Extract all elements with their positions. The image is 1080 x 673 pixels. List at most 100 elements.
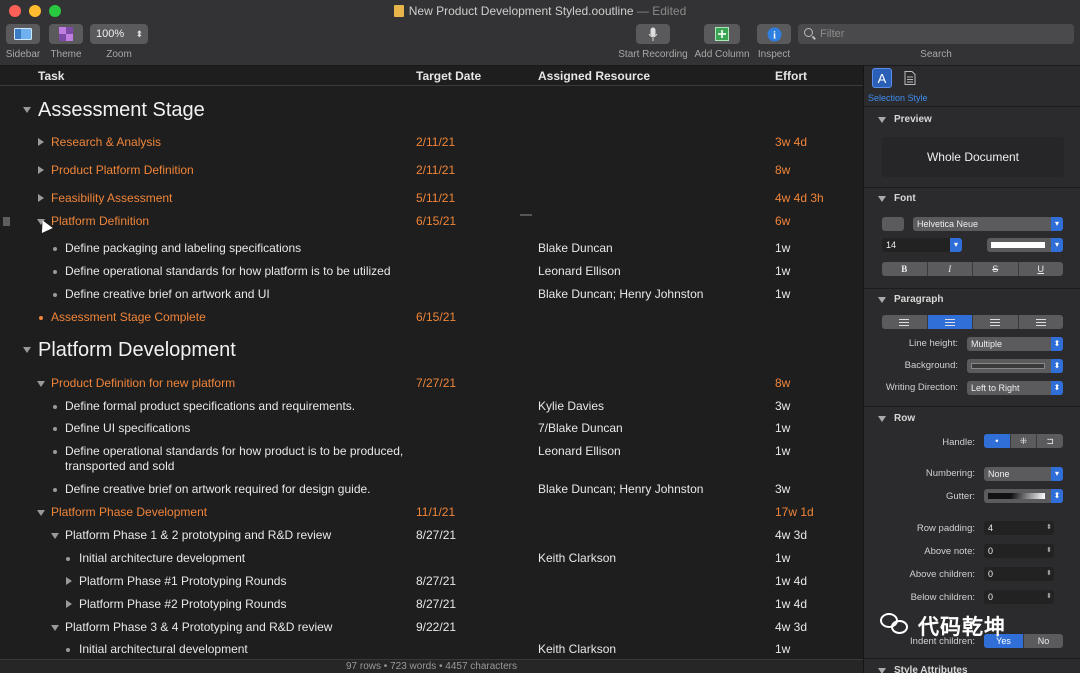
column-header-task[interactable]: Task	[38, 69, 64, 83]
underline-button[interactable]: U	[1019, 262, 1064, 276]
disclosure-expanded-icon[interactable]	[51, 625, 59, 631]
above-children-stepper[interactable]: 0 ⬍	[984, 567, 1054, 581]
divider	[864, 106, 1080, 107]
align-justify-button[interactable]	[1019, 315, 1064, 329]
outline-row[interactable]: Define packaging and labeling specificat…	[0, 241, 863, 257]
align-center-button[interactable]	[927, 315, 973, 329]
outline-row[interactable]: Initial architectural development Keith …	[0, 642, 863, 658]
outline-row[interactable]: Platform Phase #2 Prototyping Rounds 8/2…	[0, 597, 863, 613]
numbering-label: Numbering:	[925, 468, 975, 479]
watermark: 代码乾坤	[880, 607, 1065, 641]
font-family-select[interactable]: Helvetica Neue ▾	[913, 217, 1063, 231]
outline-row-stage[interactable]: Platform Development	[0, 338, 863, 364]
column-header-effort[interactable]: Effort	[775, 69, 807, 83]
outline-row[interactable]: Define operational standards for how pla…	[0, 264, 863, 280]
svg-text:i: i	[773, 30, 776, 41]
bullet-icon	[66, 557, 70, 561]
column-header-assigned-resource[interactable]: Assigned Resource	[538, 69, 650, 83]
column-resize-handle[interactable]	[520, 214, 532, 216]
color-swatch	[971, 363, 1045, 369]
column-header: Task Target Date Assigned Resource Effor…	[0, 66, 863, 86]
font-section-title[interactable]: Font	[878, 193, 916, 204]
outline-row[interactable]: Feasibility Assessment 5/11/21 4w 4d 3h	[0, 191, 863, 207]
outline-row[interactable]: Define operational standards for how pro…	[0, 444, 863, 476]
microphone-icon	[648, 27, 658, 41]
outline-row-selected[interactable]: Platform Definition 6/15/21 6w	[0, 214, 863, 234]
filter-field[interactable]: Filter	[798, 24, 1074, 44]
sidebar-icon	[14, 28, 32, 40]
stepper-icon: ⬍	[1051, 489, 1063, 503]
background-label: Background:	[904, 360, 958, 371]
column-header-target-date[interactable]: Target Date	[416, 69, 481, 83]
disclosure-expanded-icon[interactable]	[37, 381, 45, 387]
disclosure-collapsed-icon[interactable]	[38, 138, 44, 146]
inspect-button[interactable]: i	[757, 24, 791, 44]
theme-button[interactable]	[49, 24, 83, 44]
outline-row[interactable]: Platform Phase 1 & 2 prototyping and R&D…	[0, 528, 863, 544]
disclosure-expanded-icon[interactable]	[37, 510, 45, 516]
disclosure-expanded-icon[interactable]	[51, 533, 59, 539]
watermark-text: 代码乾坤	[918, 616, 1006, 639]
background-color-well[interactable]: ⬍	[967, 359, 1063, 373]
row-handle[interactable]	[3, 217, 10, 226]
align-left-button[interactable]	[882, 315, 928, 329]
bullet-icon	[53, 293, 57, 297]
below-children-label: Below children:	[910, 592, 975, 603]
outline-row[interactable]: Research & Analysis 2/11/21 3w 4d	[0, 135, 863, 151]
handle-bar-button[interactable]: ⊐	[1037, 434, 1063, 448]
outline-row[interactable]: Define creative brief on artwork and UI …	[0, 287, 863, 303]
document-tab[interactable]	[900, 68, 920, 88]
outline-row[interactable]: Platform Phase Development 11/1/21 17w 1…	[0, 505, 863, 521]
font-size-field[interactable]: 14 ▾	[882, 238, 962, 252]
outline-row[interactable]: Platform Phase #1 Prototyping Rounds 8/2…	[0, 574, 863, 590]
document-icon	[393, 5, 404, 17]
style-preview: Whole Document	[882, 137, 1064, 177]
text-color-well[interactable]: ▾	[987, 238, 1063, 252]
inspector-caption: Selection Style	[868, 93, 928, 103]
outline-row[interactable]: Initial architecture development Keith C…	[0, 551, 863, 567]
bullet-icon	[53, 427, 57, 431]
italic-button[interactable]: I	[928, 262, 973, 276]
font-color-well[interactable]	[882, 217, 904, 231]
theme-label: Theme	[50, 49, 82, 60]
handle-dot-button[interactable]: •	[984, 434, 1011, 448]
outline-row-stage[interactable]: Assessment Stage	[0, 98, 863, 124]
chevron-down-icon: ▾	[1051, 217, 1063, 231]
disclosure-collapsed-icon[interactable]	[38, 166, 44, 174]
disclosure-expanded-icon[interactable]	[23, 107, 31, 113]
style-attributes-section-title[interactable]: Style Attributes	[878, 665, 968, 673]
row-section-title[interactable]: Row	[877, 413, 915, 424]
disclosure-collapsed-icon[interactable]	[38, 194, 44, 202]
above-note-stepper[interactable]: 0 ⬍	[984, 544, 1054, 558]
bold-button[interactable]: B	[882, 262, 928, 276]
zoom-select[interactable]: 100% ⬍	[90, 24, 148, 44]
below-children-stepper[interactable]: 0 ⬍	[984, 590, 1054, 604]
preview-section-title[interactable]: Preview	[878, 114, 932, 125]
outline-row[interactable]: Define creative brief on artwork require…	[0, 482, 863, 498]
numbering-select[interactable]: None ▾	[984, 467, 1063, 481]
line-height-select[interactable]: Multiple ⬍	[967, 337, 1063, 351]
add-column-button[interactable]	[704, 24, 740, 44]
outline-row[interactable]: Product Platform Definition 2/11/21 8w	[0, 163, 863, 179]
disclosure-collapsed-icon[interactable]	[66, 577, 72, 585]
stepper-icon: ⬍	[1046, 593, 1052, 600]
disclosure-expanded-icon[interactable]	[23, 347, 31, 353]
gutter-color-well[interactable]: ⬍	[984, 489, 1063, 503]
outline-row[interactable]: Define formal product specifications and…	[0, 399, 863, 415]
stepper-icon: ⬍	[135, 29, 143, 39]
handle-drag-button[interactable]: ⁜	[1011, 434, 1038, 448]
strikethrough-button[interactable]: S	[973, 262, 1019, 276]
outline-row[interactable]: Define UI specifications 7/Blake Duncan …	[0, 421, 863, 437]
row-padding-stepper[interactable]: 4 ⬍	[984, 521, 1054, 535]
paragraph-section-title[interactable]: Paragraph	[877, 294, 943, 305]
selection-style-tab[interactable]: A	[872, 68, 892, 88]
writing-direction-select[interactable]: Left to Right ⬍	[967, 381, 1063, 395]
sidebar-button[interactable]	[6, 24, 40, 44]
disclosure-collapsed-icon[interactable]	[66, 600, 72, 608]
outline-row[interactable]: Assessment Stage Complete 6/15/21	[0, 310, 863, 326]
start-recording-label: Start Recording	[618, 49, 688, 60]
align-right-button[interactable]	[973, 315, 1019, 329]
start-recording-button[interactable]	[636, 24, 670, 44]
outline-row[interactable]: Product Definition for new platform 7/27…	[0, 376, 863, 392]
outline-row[interactable]: Platform Phase 3 & 4 Prototyping and R&D…	[0, 620, 863, 636]
